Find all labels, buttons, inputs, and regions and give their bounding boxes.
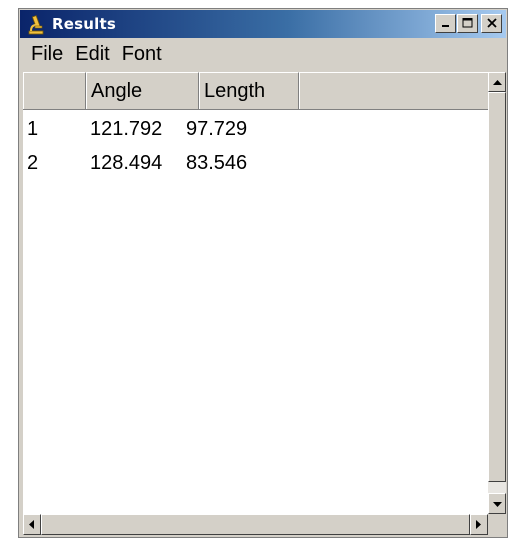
column-header-index[interactable] xyxy=(23,72,86,109)
scroll-left-button[interactable] xyxy=(23,514,41,535)
maximize-icon xyxy=(462,15,473,33)
close-button[interactable] xyxy=(481,14,502,33)
menu-bar: File Edit Font xyxy=(20,38,506,70)
menu-edit[interactable]: Edit xyxy=(71,43,117,66)
table-row[interactable]: 2 128.494 83.546 xyxy=(23,146,488,180)
length-cell: 83.546 xyxy=(186,152,248,174)
angle-cell: 128.494 xyxy=(90,152,163,174)
vertical-scroll-thumb[interactable] xyxy=(488,92,506,482)
close-icon xyxy=(486,15,497,33)
window-title: Results xyxy=(52,15,116,33)
arrow-right-icon xyxy=(476,516,482,534)
column-header-empty[interactable] xyxy=(299,72,488,109)
menu-file[interactable]: File xyxy=(20,43,71,66)
column-header-angle[interactable]: Angle xyxy=(86,72,199,109)
horizontal-scrollbar[interactable] xyxy=(23,514,488,535)
horizontal-scroll-thumb[interactable] xyxy=(41,514,470,535)
angle-cell: 121.792 xyxy=(90,118,163,140)
minimize-button[interactable] xyxy=(435,14,456,33)
table-row[interactable]: 1 121.792 97.729 xyxy=(23,112,488,146)
menu-font[interactable]: Font xyxy=(118,43,170,66)
vertical-scrollbar[interactable] xyxy=(488,72,506,514)
scrollbar-corner xyxy=(488,514,506,535)
arrow-left-icon xyxy=(29,516,35,534)
table-header: Angle Length xyxy=(23,72,488,110)
scroll-down-button[interactable] xyxy=(488,493,506,514)
arrow-up-icon xyxy=(492,73,502,91)
maximize-button[interactable] xyxy=(457,14,478,33)
arrow-down-icon xyxy=(492,495,502,513)
scroll-right-button[interactable] xyxy=(470,514,488,535)
microscope-icon[interactable] xyxy=(26,13,46,35)
column-header-length[interactable]: Length xyxy=(199,72,299,109)
row-index: 1 xyxy=(27,118,39,140)
results-window: Results File Edit Font Angle Length 1 12… xyxy=(18,8,508,538)
scroll-up-button[interactable] xyxy=(488,72,506,92)
results-table[interactable]: Angle Length 1 121.792 97.729 2 128.494 … xyxy=(23,72,488,514)
length-cell: 97.729 xyxy=(186,118,248,140)
row-index: 2 xyxy=(27,152,39,174)
minimize-icon xyxy=(441,15,451,33)
title-bar[interactable]: Results xyxy=(20,10,506,38)
